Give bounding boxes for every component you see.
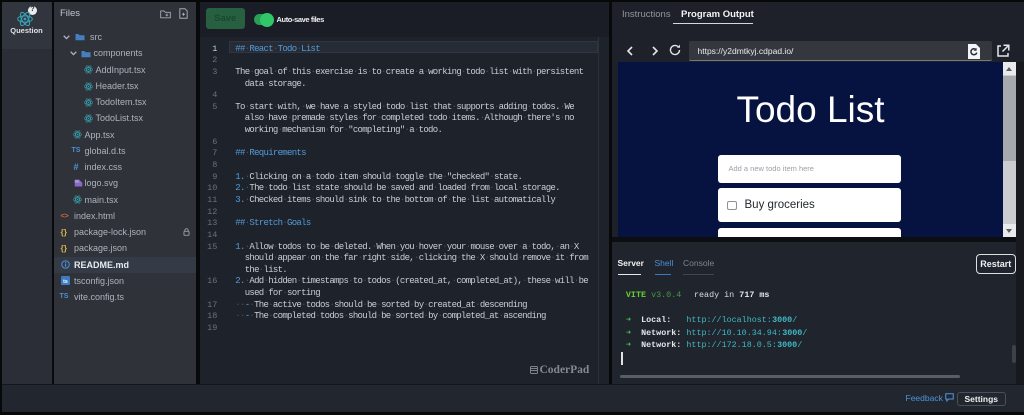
svg-text:ts: ts: [63, 279, 68, 285]
